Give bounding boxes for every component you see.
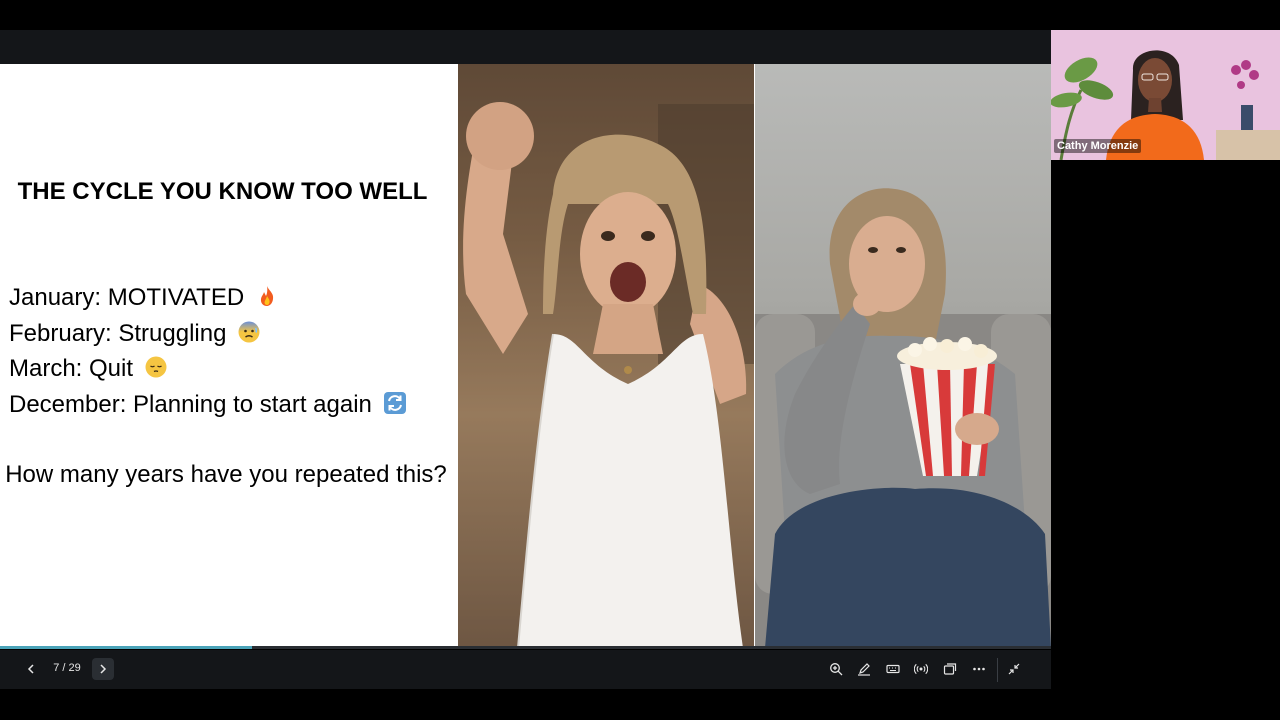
page-indicator: 7 / 29 [53, 662, 81, 674]
cycle-item-december: December: Planning to start again [9, 387, 407, 423]
next-slide-button[interactable] [92, 658, 114, 680]
cycle-item-label: February: Struggling [9, 319, 227, 347]
cycle-item-february: February: Struggling [9, 316, 407, 352]
slide-question: How many years have you repeated this? [5, 461, 447, 488]
slide: THE CYCLE YOU KNOW TOO WELL January: MOT… [0, 64, 1051, 648]
more-options-button[interactable] [968, 658, 990, 680]
window-icon [943, 663, 957, 675]
annotate-button[interactable] [853, 658, 875, 680]
chevron-right-icon [100, 664, 107, 674]
keyboard-button[interactable] [882, 658, 904, 680]
anxious-face-emoji-icon [237, 319, 261, 343]
keyboard-icon [886, 664, 900, 674]
more-options-icon [973, 667, 985, 671]
celebrating-woman-photo [458, 64, 754, 648]
slide-text-panel: THE CYCLE YOU KNOW TOO WELL January: MOT… [0, 64, 458, 648]
participant-name-label: Cathy Morenzie [1054, 139, 1142, 153]
cycle-item-label: December: Planning to start again [9, 390, 372, 418]
woman-eating-popcorn-photo [755, 64, 1051, 648]
cycle-item-march: March: Quit [9, 351, 407, 387]
broadcast-icon [914, 663, 928, 675]
zoom-in-icon [830, 663, 843, 676]
previous-slide-button[interactable] [20, 658, 42, 680]
exit-fullscreen-icon [1008, 663, 1020, 675]
slide-progress-bar [0, 646, 1051, 649]
presentation-top-bar [0, 30, 1051, 64]
repeat-arrows-emoji-icon [383, 390, 407, 414]
presentation-controls: 7 / 29 [0, 650, 1051, 689]
chevron-left-icon [27, 664, 34, 674]
pensive-face-emoji-icon [144, 354, 168, 378]
cycle-item-january: January: MOTIVATED [9, 280, 407, 316]
annotate-pen-icon [858, 663, 870, 676]
cycle-item-label: March: Quit [9, 355, 134, 382]
slide-progress-fill [0, 646, 253, 649]
participant-video-tile[interactable]: Cathy Morenzie [1051, 30, 1280, 160]
zoom-in-button[interactable] [825, 658, 847, 680]
window-button[interactable] [939, 658, 961, 680]
fire-emoji-icon [255, 283, 279, 307]
toolbar-divider [997, 658, 998, 682]
cycle-list: January: MOTIVATED February: Struggling … [9, 280, 407, 422]
cycle-item-label: January: MOTIVATED [9, 284, 245, 311]
exit-fullscreen-button[interactable] [1003, 658, 1025, 680]
broadcast-button[interactable] [910, 658, 932, 680]
slide-title: THE CYCLE YOU KNOW TOO WELL [17, 178, 428, 205]
